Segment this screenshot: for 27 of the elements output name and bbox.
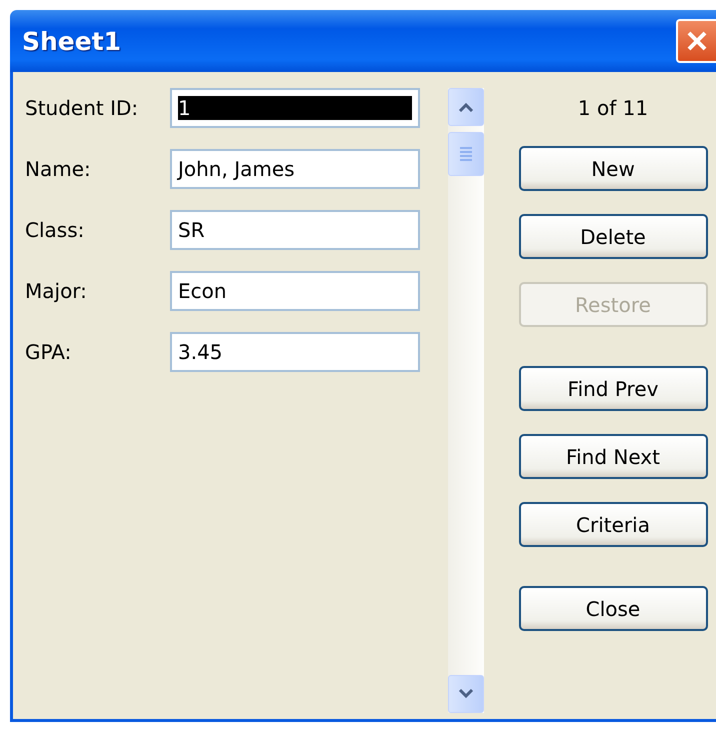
dialog-button[interactable]: Delete [518,214,708,259]
scroll-thumb[interactable] [448,132,484,176]
dialog-button[interactable]: Find Next [518,434,708,479]
scroll-up-button[interactable] [448,88,484,126]
dialog-button[interactable]: Close [518,586,708,631]
record-counter: 1 of 11 [578,96,648,122]
chevron-up-icon [458,102,474,112]
dialog-button[interactable]: Criteria [518,502,708,547]
input-field[interactable]: 1 [170,88,420,128]
field-label: Major: [25,279,88,303]
input-field[interactable]: John, James [170,149,420,189]
dialog-button[interactable]: New [518,146,708,191]
field-label: Class: [25,218,86,242]
window-title: Sheet1 [22,26,122,56]
dialog-button[interactable]: Find Prev [518,366,708,411]
scroll-down-button[interactable] [448,675,484,713]
input-field[interactable]: SR [170,210,420,250]
field-label: GPA: [25,340,72,364]
input-field[interactable]: 3.45 [170,332,420,372]
scrollbar[interactable] [448,88,484,713]
chevron-down-icon [458,689,474,699]
field-label: Name: [25,157,92,181]
field-label: Student ID: [25,96,140,120]
close-icon [685,29,709,53]
grip-icon [460,147,472,161]
input-field[interactable]: Econ [170,271,420,311]
close-button[interactable] [676,19,716,63]
